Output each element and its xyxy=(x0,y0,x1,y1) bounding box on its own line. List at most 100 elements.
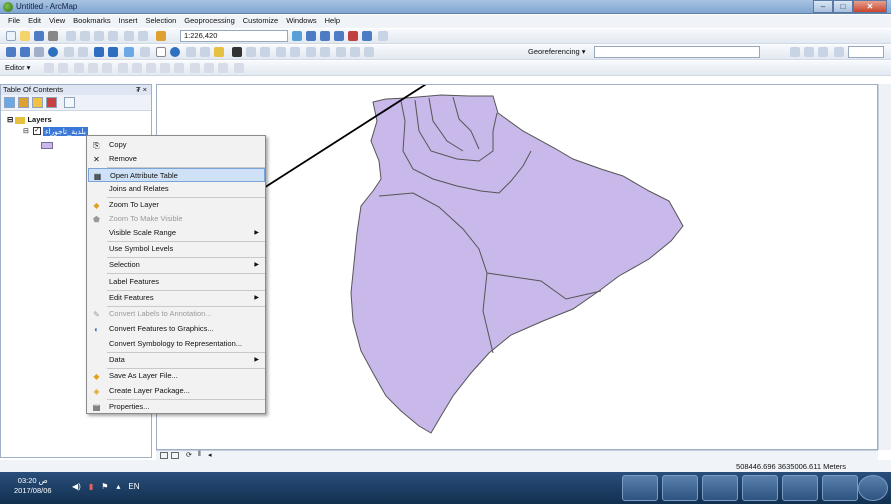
menu-insert[interactable]: Insert xyxy=(115,15,142,28)
python-icon[interactable] xyxy=(362,31,372,41)
edit-tool-icon[interactable] xyxy=(44,63,54,73)
reshape-icon[interactable] xyxy=(132,63,142,73)
taskbar-arcmap-icon[interactable] xyxy=(622,475,658,501)
menu-selection[interactable]: Selection ▶ xyxy=(88,258,265,272)
menu-edit[interactable]: Edit xyxy=(24,15,45,28)
pan-icon[interactable] xyxy=(34,47,44,57)
menu-data[interactable]: Data ▶ xyxy=(88,353,265,367)
menu-use-symbol-levels[interactable]: Use Symbol Levels xyxy=(88,242,265,256)
editor-menu[interactable]: Editor ▾ xyxy=(2,62,33,73)
menu-geoprocessing[interactable]: Geoprocessing xyxy=(180,15,238,28)
fixed-zoom-in-icon[interactable] xyxy=(64,47,74,57)
model-builder-icon[interactable] xyxy=(378,31,388,41)
toc-window-icon[interactable] xyxy=(306,31,316,41)
list-by-visibility-icon[interactable] xyxy=(32,97,43,108)
editor-more-icon[interactable] xyxy=(234,63,244,73)
list-by-source-icon[interactable] xyxy=(18,97,29,108)
georeferencing-menu[interactable]: Georeferencing ▾ xyxy=(528,47,586,56)
maximize-button[interactable]: □ xyxy=(833,0,853,13)
end-point-arc-icon[interactable] xyxy=(88,63,98,73)
layout-tool5-icon[interactable] xyxy=(364,47,374,57)
layout-tool3-icon[interactable] xyxy=(336,47,346,57)
menu-zoom-to-layer[interactable]: ◆ Zoom To Layer xyxy=(88,198,265,212)
start-button[interactable] xyxy=(858,475,888,501)
map-vertical-scrollbar[interactable] xyxy=(878,84,891,450)
georef-tool2-icon[interactable] xyxy=(804,47,814,57)
close-button[interactable]: ✕ xyxy=(853,0,887,13)
menu-customize[interactable]: Customize xyxy=(239,15,282,28)
back-extent-icon[interactable] xyxy=(94,47,104,57)
toc-pin-close[interactable]: ₮ × xyxy=(136,85,147,95)
editor-toolbar-icon[interactable] xyxy=(292,31,302,41)
layer-name-selected[interactable]: بلدية_تاجوراء xyxy=(43,127,88,136)
tray-expand-icon[interactable]: ▴ xyxy=(116,482,120,491)
edit-annotation-icon[interactable] xyxy=(58,63,68,73)
select-elements-icon[interactable] xyxy=(156,47,166,57)
delete-icon[interactable] xyxy=(108,31,118,41)
menu-copy[interactable]: ⎘ Copy xyxy=(88,138,265,152)
georef-tool1-icon[interactable] xyxy=(790,47,800,57)
fixed-zoom-out-icon[interactable] xyxy=(78,47,88,57)
layout-view-icon[interactable] xyxy=(171,452,179,459)
menu-label-features[interactable]: Label Features xyxy=(88,275,265,289)
trace-icon[interactable] xyxy=(102,63,112,73)
identify-icon[interactable] xyxy=(170,47,180,57)
menu-visible-scale-range[interactable]: Visible Scale Range ▶ xyxy=(88,226,265,240)
flag-icon[interactable]: ⚑ xyxy=(101,482,108,491)
taskbar-doc-icon[interactable] xyxy=(662,475,698,501)
redo-icon[interactable] xyxy=(138,31,148,41)
menu-open-attribute-table[interactable]: ▦ Open Attribute Table xyxy=(88,168,265,182)
rotate-icon[interactable] xyxy=(174,63,184,73)
menu-properties[interactable]: ▤ Properties... xyxy=(88,400,265,414)
georef-tool3-icon[interactable] xyxy=(818,47,828,57)
create-viewer-icon[interactable] xyxy=(290,47,300,57)
add-data-icon[interactable] xyxy=(156,31,166,41)
map-horizontal-scrollbar[interactable]: ⟳ ‖ ◂ xyxy=(156,450,878,460)
hyperlink-icon[interactable] xyxy=(186,47,196,57)
arctoolbox-icon[interactable] xyxy=(348,31,358,41)
html-popup-icon[interactable] xyxy=(200,47,210,57)
menu-file[interactable]: File xyxy=(4,15,24,28)
copy-tool-icon[interactable] xyxy=(80,31,90,41)
menu-joins-relates[interactable]: Joins and Relates xyxy=(88,182,265,196)
cut-icon[interactable] xyxy=(66,31,76,41)
list-by-drawing-order-icon[interactable] xyxy=(4,97,15,108)
pause-icon[interactable]: ‖ xyxy=(198,451,201,458)
split-icon[interactable] xyxy=(160,63,170,73)
layer-collapse-icon[interactable]: ⊟ xyxy=(23,127,29,135)
full-extent-icon[interactable] xyxy=(48,47,58,57)
layout-tool-icon[interactable] xyxy=(306,47,316,57)
goto-xy-icon[interactable] xyxy=(260,47,270,57)
zoom-out-icon[interactable] xyxy=(20,47,30,57)
time-slider-icon[interactable] xyxy=(276,47,286,57)
menu-create-layer-package[interactable]: ◈ Create Layer Package... xyxy=(88,384,265,398)
menu-convert-symbology[interactable]: Convert Symbology to Representation... xyxy=(88,337,265,351)
search-window-icon[interactable] xyxy=(334,31,344,41)
georef-box2[interactable] xyxy=(848,46,884,58)
cut-polygons-icon[interactable] xyxy=(146,63,156,73)
menu-convert-features-graphics[interactable]: ◐ Convert Features to Graphics... xyxy=(88,322,265,336)
taskbar-clock[interactable]: 03:20 ص 2017/08/06 xyxy=(14,476,52,496)
scroll-left-icon[interactable]: ◂ xyxy=(208,451,212,459)
taskbar-explorer-icon[interactable] xyxy=(782,475,818,501)
menu-selection[interactable]: Selection xyxy=(141,15,180,28)
attributes-icon[interactable] xyxy=(190,63,200,73)
network-icon[interactable]: ▮ xyxy=(89,482,93,491)
taskbar-chrome-icon[interactable] xyxy=(702,475,738,501)
map-scale-input[interactable]: 1:226,420 xyxy=(180,30,288,42)
menu-windows[interactable]: Windows xyxy=(282,15,320,28)
data-view-icon[interactable] xyxy=(160,452,168,459)
menu-help[interactable]: Help xyxy=(321,15,344,28)
sketch-properties-icon[interactable] xyxy=(204,63,214,73)
select-features-icon[interactable] xyxy=(124,47,134,57)
layout-tool4-icon[interactable] xyxy=(350,47,360,57)
new-doc-icon[interactable] xyxy=(6,31,16,41)
georef-tool4-icon[interactable] xyxy=(834,47,844,57)
menu-view[interactable]: View xyxy=(45,15,69,28)
layer-symbol-swatch[interactable] xyxy=(41,142,53,149)
open-icon[interactable] xyxy=(20,31,30,41)
undo-icon[interactable] xyxy=(124,31,134,41)
menu-remove[interactable]: ✕ Remove xyxy=(88,152,265,166)
create-features-icon[interactable] xyxy=(218,63,228,73)
menu-save-layer-file[interactable]: ◆ Save As Layer File... xyxy=(88,369,265,383)
